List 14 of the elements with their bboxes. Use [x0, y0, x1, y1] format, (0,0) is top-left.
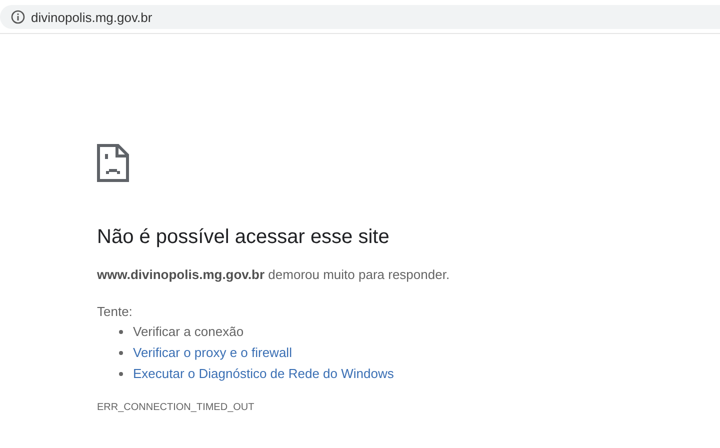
address-bar[interactable]: divinopolis.mg.gov.br [0, 5, 720, 29]
url-text: divinopolis.mg.gov.br [31, 10, 152, 24]
error-message: www.divinopolis.mg.gov.br demorou muito para responder. [97, 267, 450, 282]
info-icon[interactable] [11, 10, 25, 24]
suggestion-link[interactable]: Executar o Diagnóstico de Rede do Windows [133, 366, 394, 381]
bullet-icon [119, 330, 123, 334]
bullet-icon [119, 372, 123, 376]
error-code: ERR_CONNECTION_TIMED_OUT [97, 402, 254, 413]
error-heading: Não é possível acessar esse site [97, 226, 390, 249]
suggestion-link[interactable]: Verificar o proxy e o firewall [133, 345, 292, 360]
suggestion-text: Verificar a conexão [133, 324, 244, 339]
suggestions-label: Tente: [97, 304, 132, 319]
sad-page-icon [97, 144, 129, 182]
bullet-icon [119, 350, 123, 354]
